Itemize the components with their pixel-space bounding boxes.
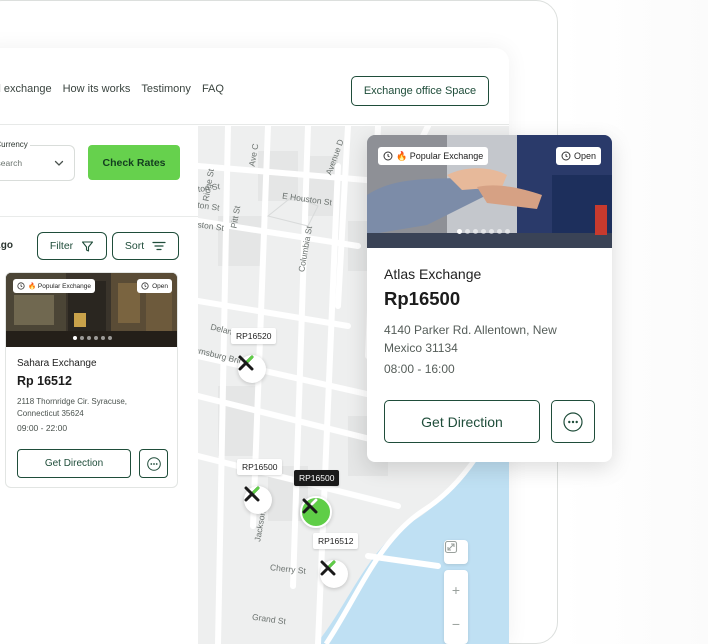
- exchange-name: Atlas Exchange: [384, 266, 482, 282]
- sort-lines-icon: [152, 241, 166, 251]
- exchange-marker[interactable]: [238, 355, 266, 383]
- clock-icon: [141, 282, 149, 290]
- exchange-logo-icon: [244, 486, 260, 502]
- nav-link-testimony[interactable]: Testimony: [141, 83, 191, 95]
- currency-select-label: get Currency: [0, 140, 30, 149]
- price-tag-selected: RP16500: [294, 470, 340, 486]
- zoom-out-button[interactable]: −: [452, 616, 460, 632]
- exchange-hours: 09:00 - 22:00: [17, 423, 68, 433]
- exchange-logo-icon: [302, 498, 318, 514]
- left-panel: e of search get Currency Check Rates ys …: [0, 126, 198, 644]
- currency-select[interactable]: e of search: [0, 145, 75, 181]
- nav-link-global-exchange[interactable]: obal exchange: [0, 83, 52, 95]
- exchange-card-atlas[interactable]: 🔥 Popular Exchange Open Atlas Exchange R…: [367, 135, 612, 462]
- popular-badge: 🔥 Popular Exchange: [13, 279, 96, 293]
- currency-select-value: e of search: [0, 158, 23, 168]
- carousel-dots[interactable]: [73, 336, 112, 340]
- get-direction-button[interactable]: Get Direction: [17, 449, 131, 478]
- zoom-in-button[interactable]: +: [452, 582, 460, 598]
- exchange-name: Sahara Exchange: [17, 358, 97, 369]
- exchange-address: 2118 Thornridge Cir. Syracuse, Connectic…: [17, 397, 127, 418]
- exchange-photo: 🔥 Popular Exchange Open: [367, 135, 612, 248]
- price-tag: RP16520: [231, 328, 277, 344]
- exchange-rate: Rp16500: [384, 288, 461, 309]
- clock-icon: [383, 151, 393, 161]
- exchange-logo-icon: [238, 355, 254, 371]
- more-options-button[interactable]: [139, 449, 168, 478]
- sort-label: Sort: [124, 240, 145, 252]
- fullscreen-button[interactable]: [444, 540, 468, 564]
- days-ago-label: ys Ago: [0, 240, 13, 251]
- funnel-icon: [82, 240, 94, 252]
- open-badge-label: Open: [152, 282, 168, 290]
- more-dots-icon: [146, 456, 161, 471]
- exchange-marker[interactable]: [244, 486, 272, 514]
- nav-link-how-it-works[interactable]: How its works: [63, 83, 131, 95]
- popular-badge-label: 🔥 Popular Exchange: [396, 150, 484, 161]
- open-badge: Open: [555, 147, 601, 165]
- filter-button[interactable]: Filter: [37, 232, 107, 260]
- popular-badge-label: 🔥 Popular Exchange: [28, 283, 92, 290]
- exchange-marker[interactable]: [320, 560, 348, 588]
- exchange-card-sahara[interactable]: 🔥 Popular Exchange Open Sahara Exchange …: [5, 272, 178, 488]
- exchange-marker-selected[interactable]: [300, 496, 332, 528]
- more-options-button[interactable]: [551, 400, 595, 443]
- get-direction-button[interactable]: Get Direction: [384, 400, 540, 443]
- price-tag: RP16512: [313, 533, 359, 549]
- clock-icon: [17, 282, 25, 290]
- open-badge-label: Open: [573, 151, 596, 161]
- exchange-photo: 🔥 Popular Exchange Open: [6, 273, 177, 347]
- chevron-down-icon: [54, 160, 64, 166]
- top-nav: obal exchange How its works Testimony FA…: [0, 48, 509, 125]
- divider: [0, 216, 198, 217]
- more-dots-icon: [563, 411, 583, 432]
- clock-icon: [561, 151, 571, 161]
- nav-links: obal exchange How its works Testimony FA…: [0, 83, 224, 95]
- nav-link-faq[interactable]: FAQ: [202, 83, 224, 95]
- check-rates-button[interactable]: Check Rates: [88, 145, 180, 180]
- exchange-rate: Rp 16512: [17, 374, 72, 388]
- exchange-logo-icon: [320, 560, 336, 576]
- price-tag: RP16500: [237, 459, 283, 475]
- popular-badge: 🔥 Popular Exchange: [378, 147, 489, 165]
- exchange-hours: 08:00 - 16:00: [384, 362, 455, 376]
- sort-button[interactable]: Sort: [112, 232, 179, 260]
- carousel-dots[interactable]: [457, 229, 510, 234]
- open-badge: Open: [137, 279, 172, 293]
- expand-icon: [444, 540, 458, 554]
- exchange-address: 4140 Parker Rd. Allentown, New Mexico 31…: [384, 323, 557, 355]
- zoom-controls: + −: [444, 570, 468, 644]
- filter-label: Filter: [49, 240, 74, 252]
- exchange-office-space-button[interactable]: Exchange office Space: [351, 76, 489, 106]
